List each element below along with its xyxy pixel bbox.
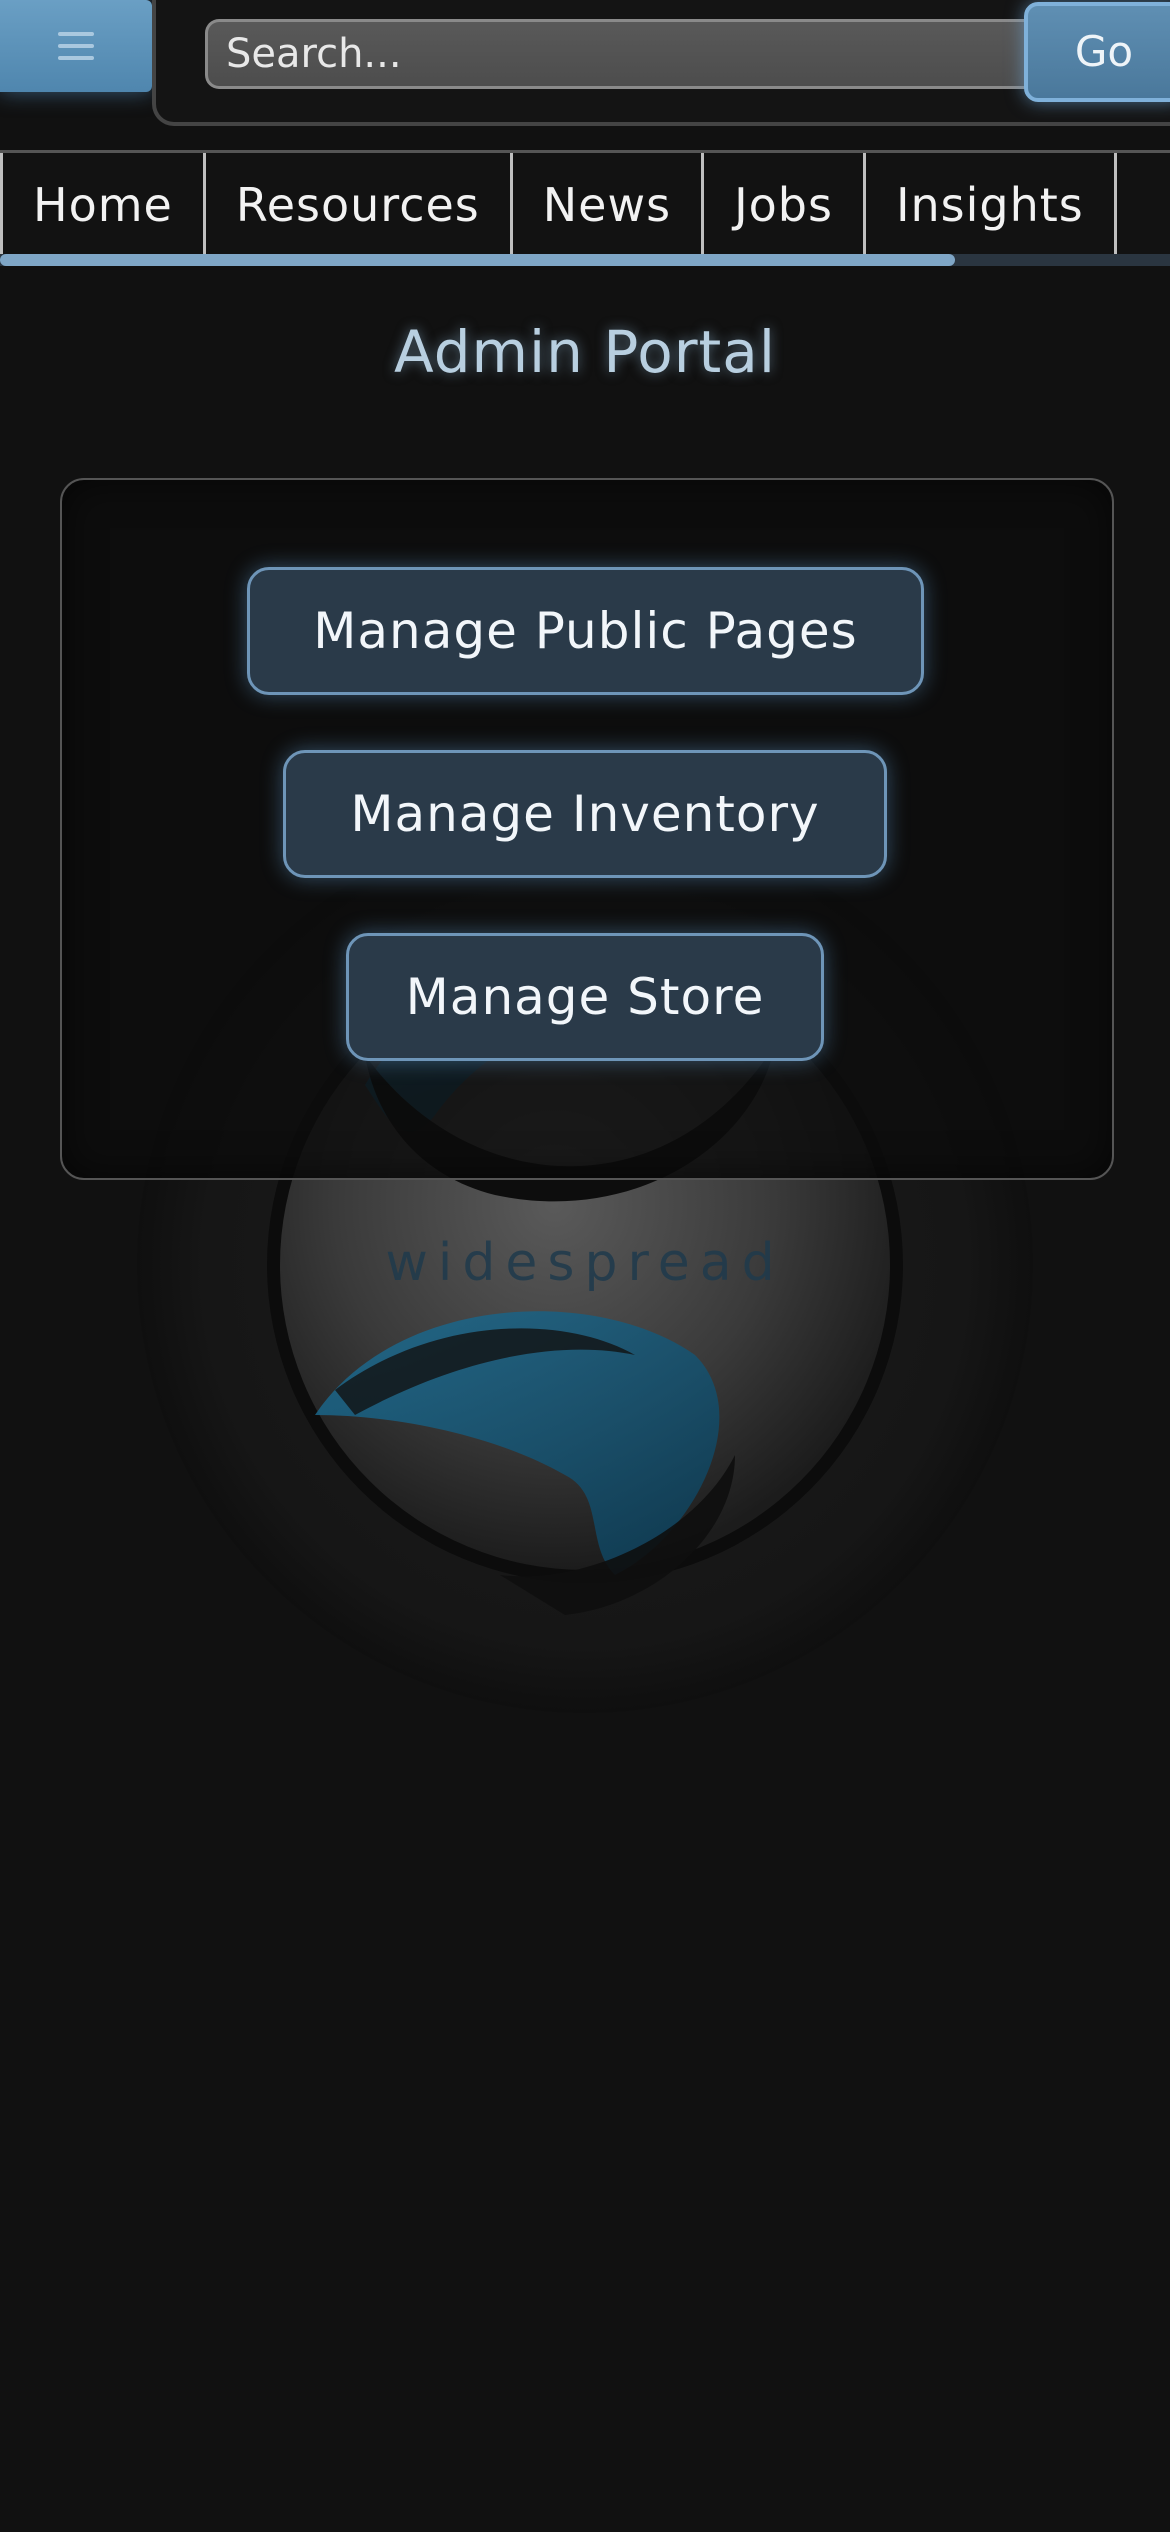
nav-bar: Home Resources News Jobs Insights xyxy=(0,150,1170,257)
nav-item-jobs[interactable]: Jobs xyxy=(704,153,866,257)
hamburger-icon xyxy=(58,32,94,60)
manage-inventory-button[interactable]: Manage Inventory xyxy=(283,750,887,878)
nav-scrollbar-thumb[interactable] xyxy=(0,254,955,266)
page: widespread Go Home Resources News Jobs I… xyxy=(0,0,1170,2532)
nav-item-news[interactable]: News xyxy=(513,153,705,257)
page-title: Admin Portal xyxy=(394,318,776,386)
logo-wordmark: widespread xyxy=(385,1233,784,1293)
nav-item-insights[interactable]: Insights xyxy=(866,153,1117,257)
search-input[interactable] xyxy=(205,19,1035,89)
manage-public-pages-button[interactable]: Manage Public Pages xyxy=(247,567,924,695)
nav-item-home[interactable]: Home xyxy=(0,153,206,257)
manage-store-button[interactable]: Manage Store xyxy=(346,933,824,1061)
menu-button[interactable] xyxy=(0,0,152,92)
nav-item-resources[interactable]: Resources xyxy=(206,153,513,257)
go-button[interactable]: Go xyxy=(1024,2,1170,102)
